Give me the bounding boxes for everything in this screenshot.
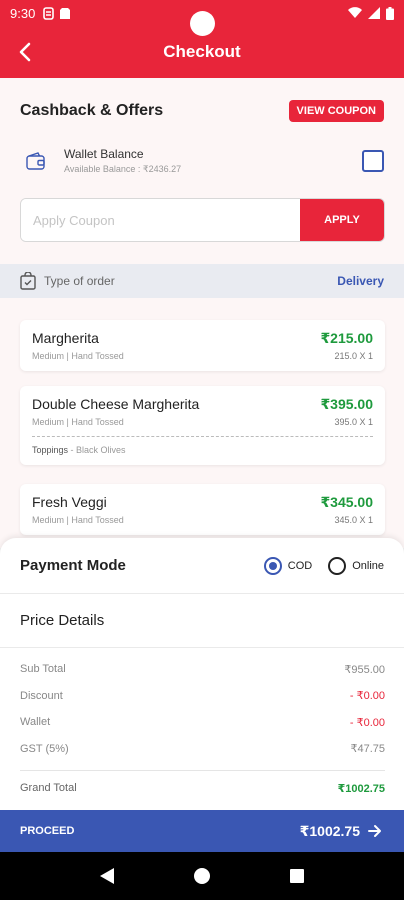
price-label: Discount <box>20 689 63 702</box>
online-radio[interactable] <box>328 556 347 575</box>
proceed-label: PROCEED <box>20 825 75 837</box>
item-name: Fresh Veggi <box>32 494 107 510</box>
price-value: ₹955.00 <box>344 663 385 676</box>
back-arrow-icon <box>19 42 31 62</box>
proceed-button[interactable]: PROCEED ₹1002.75 <box>0 810 404 852</box>
cellular-signal-icon <box>368 7 380 19</box>
proceed-total: ₹1002.75 <box>299 822 360 839</box>
status-time: 9:30 <box>10 5 36 21</box>
checkout-content[interactable]: Cashback & Offers VIEW COUPON Wallet Bal… <box>0 78 404 548</box>
item-divider <box>32 436 373 437</box>
price-label: Sub Total <box>20 663 66 676</box>
grand-total-value: ₹1002.75 <box>337 782 385 795</box>
offers-title: Cashback & Offers <box>20 102 164 119</box>
price-row: Discount - ₹0.00 <box>20 683 385 710</box>
item-name: Double Cheese Margherita <box>32 396 200 412</box>
order-type-label: Type of order <box>44 274 115 288</box>
item-size-crust: Medium | Hand Tossed <box>32 515 124 525</box>
toppings-value: - Black Olives <box>68 445 126 455</box>
toppings-label: Toppings <box>32 445 69 455</box>
wallet-row[interactable]: Wallet Balance Available Balance : ₹2436… <box>20 144 384 178</box>
item-name: Margherita <box>32 330 99 346</box>
payment-mode-title: Payment Mode <box>20 557 126 574</box>
status-notification-icons <box>43 6 71 20</box>
order-type-row: Type of order Delivery <box>0 264 404 298</box>
wallet-balance-label: Wallet Balance <box>64 147 144 161</box>
order-type-value[interactable]: Delivery <box>337 274 384 288</box>
payment-option-cod[interactable]: COD <box>263 556 313 575</box>
cart-item: Fresh Veggi ₹345.00 Medium | Hand Tossed… <box>20 484 385 535</box>
payment-sheet: Payment Mode COD Online Price Details Su… <box>0 538 404 810</box>
wallet-available-balance: Available Balance : ₹2436.27 <box>64 164 182 174</box>
price-label: GST (5%) <box>20 742 69 755</box>
payment-options: COD Online <box>263 556 384 575</box>
item-price: ₹395.00 <box>320 396 373 412</box>
cart-item: Margherita ₹215.00 Medium | Hand Tossed … <box>20 320 385 371</box>
price-details-title: Price Details <box>20 612 105 629</box>
price-details-header: Price Details <box>0 594 404 648</box>
item-quantity: 345.0 X 1 <box>334 515 373 525</box>
nav-home-icon[interactable] <box>190 864 214 888</box>
front-camera-cutout <box>190 11 215 36</box>
price-row: Sub Total ₹955.00 <box>20 656 385 683</box>
price-row: GST (5%) ₹47.75 <box>20 736 385 763</box>
item-quantity: 215.0 X 1 <box>334 351 373 361</box>
nav-recents-icon[interactable] <box>285 864 309 888</box>
wallet-icon <box>20 145 52 177</box>
status-system-icons <box>348 6 394 20</box>
page-title: Checkout <box>163 42 241 61</box>
online-label: Online <box>352 559 384 572</box>
arrow-right-icon <box>368 823 384 839</box>
grand-total-label: Grand Total <box>20 782 77 794</box>
battery-icon <box>386 6 394 20</box>
wallet-checkbox[interactable] <box>362 150 384 172</box>
price-details-list: Sub Total ₹955.00 Discount - ₹0.00 Walle… <box>20 656 385 800</box>
item-price: ₹215.00 <box>320 330 373 346</box>
price-value: - ₹0.00 <box>349 690 385 703</box>
coupon-input[interactable] <box>21 199 300 241</box>
system-nav-bar <box>0 852 404 900</box>
item-size-crust: Medium | Hand Tossed <box>32 351 124 361</box>
apply-coupon-button[interactable]: APPLY <box>300 199 384 241</box>
price-value: - ₹0.00 <box>349 716 385 729</box>
view-coupon-button[interactable]: VIEW COUPON <box>288 100 384 122</box>
coupon-row: APPLY <box>20 198 385 242</box>
nav-back-icon[interactable] <box>95 864 119 888</box>
sync-icon <box>43 6 55 20</box>
item-quantity: 395.0 X 1 <box>334 417 373 427</box>
sd-card-icon <box>60 7 71 19</box>
item-toppings: Toppings - Black Olives <box>32 445 373 455</box>
wifi-icon <box>348 7 362 19</box>
order-bag-icon <box>20 272 36 290</box>
price-divider <box>20 770 385 771</box>
item-price: ₹345.00 <box>320 494 373 510</box>
payment-mode-row: Payment Mode COD Online <box>0 538 404 594</box>
offers-header: Cashback & Offers VIEW COUPON <box>20 100 384 122</box>
cart-item: Double Cheese Margherita ₹395.00 Medium … <box>20 386 385 465</box>
price-row: Wallet - ₹0.00 <box>20 709 385 736</box>
grand-total-row: Grand Total ₹1002.75 <box>20 776 385 800</box>
cod-label: COD <box>287 559 313 572</box>
cod-radio[interactable] <box>263 556 282 575</box>
item-size-crust: Medium | Hand Tossed <box>32 417 124 427</box>
back-button[interactable] <box>12 39 38 65</box>
price-value: ₹47.75 <box>350 743 385 756</box>
price-label: Wallet <box>20 716 51 729</box>
payment-option-online[interactable]: Online <box>328 556 384 575</box>
